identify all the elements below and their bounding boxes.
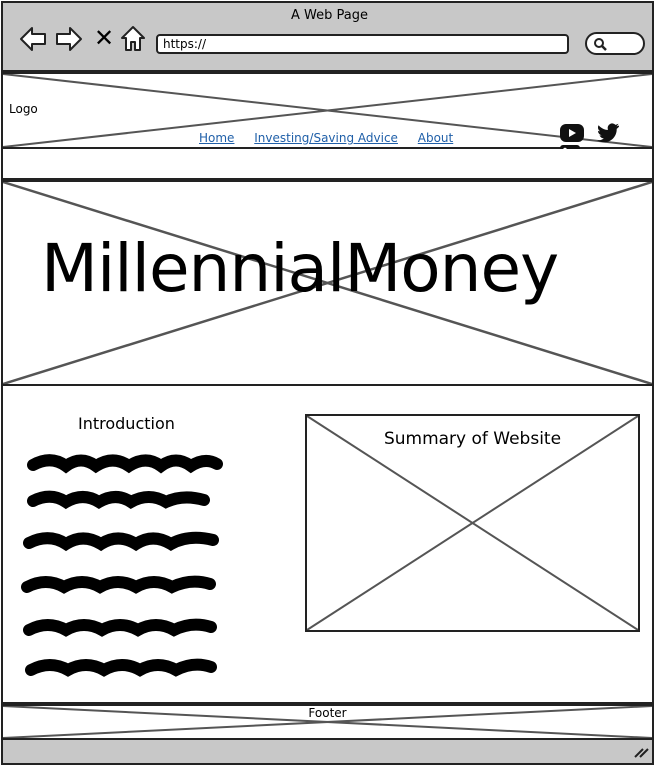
footer-label: Footer — [308, 706, 347, 720]
nav-link-home[interactable]: Home — [199, 131, 234, 145]
twitter-icon[interactable] — [596, 122, 620, 144]
nav-link-investing[interactable]: Investing/Saving Advice — [254, 131, 398, 145]
close-icon[interactable]: ✕ — [93, 23, 115, 53]
intro-heading: Introduction — [78, 414, 175, 433]
main-nav: Home Investing/Saving Advice About — [199, 131, 469, 145]
forward-arrow-icon[interactable] — [55, 25, 83, 53]
url-text: https:// — [163, 37, 207, 51]
site-header: Logo Home Investing/Saving Advice About — [1, 72, 654, 165]
search-icon — [594, 38, 607, 51]
logo[interactable]: Logo — [9, 102, 38, 116]
back-arrow-icon[interactable] — [19, 25, 47, 53]
placeholder-text-scribble — [21, 454, 223, 677]
search-input[interactable] — [585, 32, 645, 55]
resize-grip-icon[interactable] — [633, 745, 649, 759]
home-icon[interactable] — [120, 24, 146, 52]
browser-toolbar: A Web Page ✕ https:// — [1, 1, 654, 72]
sub-header-bar — [1, 149, 654, 180]
youtube-icon[interactable] — [559, 122, 585, 144]
hero-title: MillennialMoney — [41, 230, 559, 307]
main-content: Introduction Summary of Website — [1, 386, 654, 704]
url-input[interactable]: https:// — [156, 34, 569, 54]
browser-status-bar — [1, 740, 654, 765]
window-title: A Web Page — [291, 8, 368, 23]
summary-title: Summary of Website — [383, 429, 562, 449]
site-footer: Footer — [1, 704, 654, 740]
summary-panel: Summary of Website — [305, 414, 640, 632]
hero-banner: MillennialMoney — [1, 180, 654, 386]
nav-link-about[interactable]: About — [418, 131, 453, 145]
